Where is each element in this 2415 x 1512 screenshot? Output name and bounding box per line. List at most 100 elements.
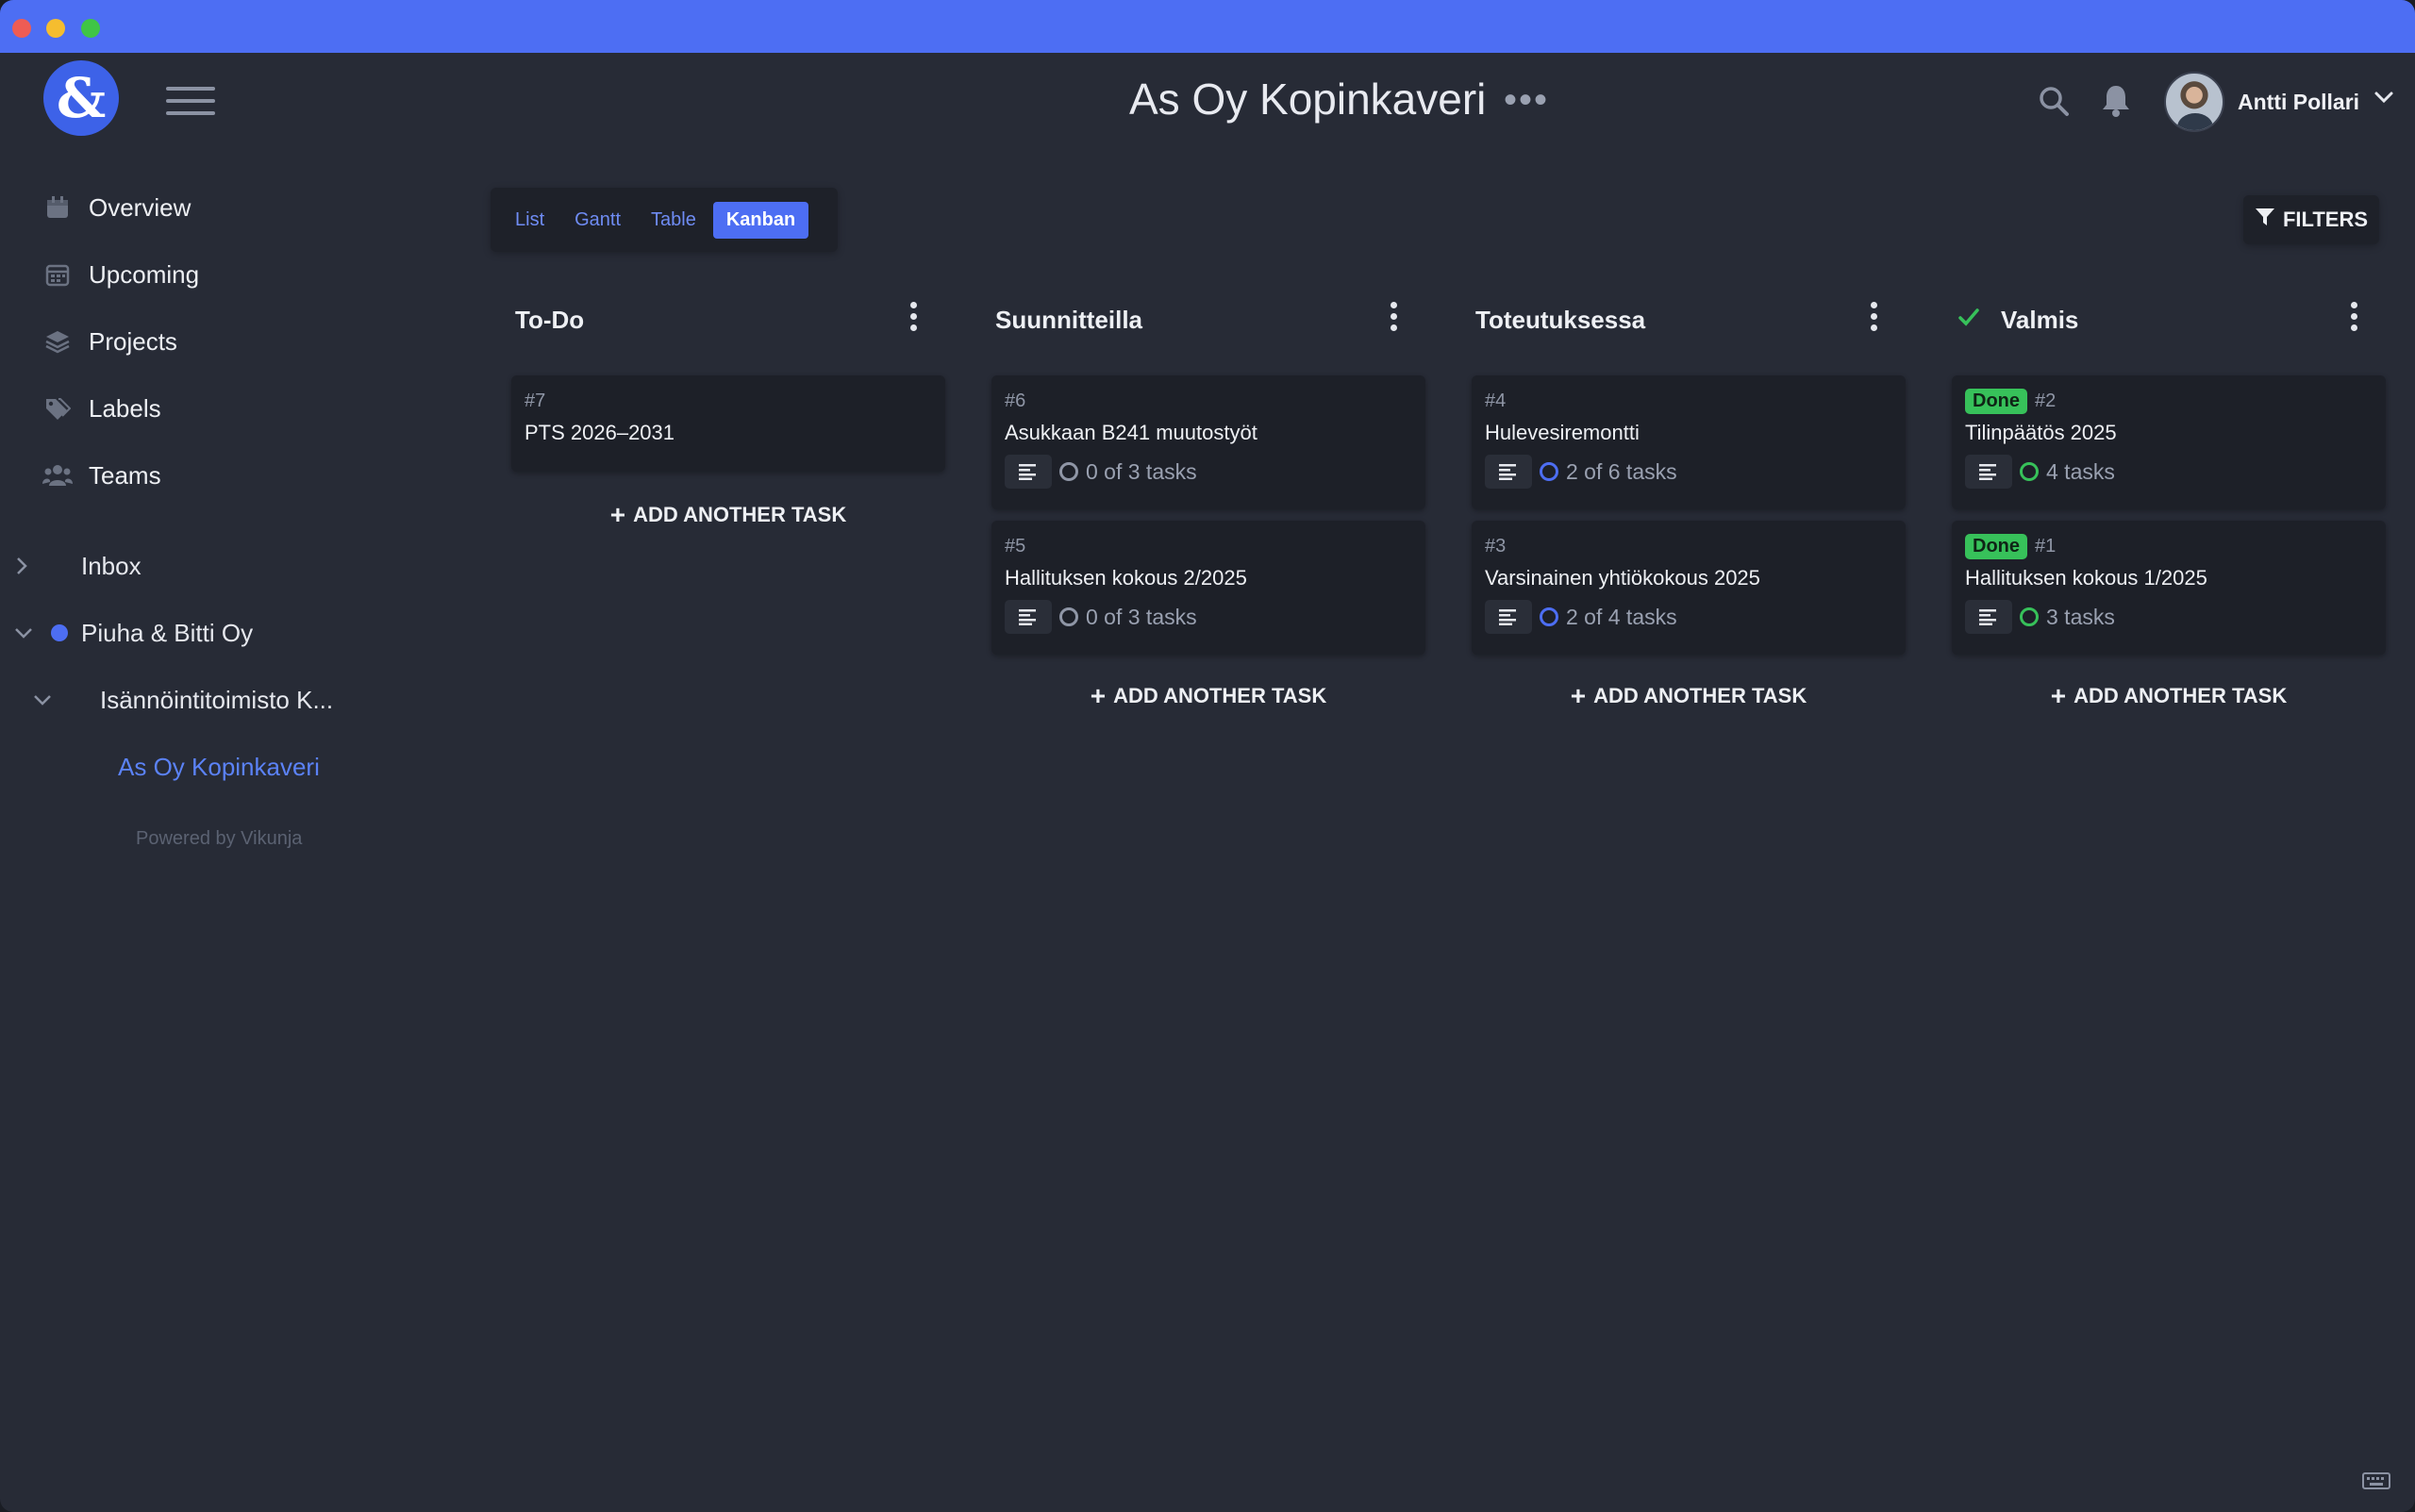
- app-logo[interactable]: &: [43, 60, 119, 136]
- menu-toggle-icon[interactable]: [166, 87, 215, 115]
- checklist-progress: 0 of 3 tasks: [1086, 604, 1197, 629]
- kanban-bucket-toteutuksessa: Toteutuksessa #4 Hulevesiremontti 2 of 6…: [1462, 294, 1906, 710]
- filters-button[interactable]: FILTERS: [2243, 195, 2379, 244]
- sidebar-item-teams[interactable]: Teams: [42, 457, 161, 494]
- task-title: Varsinainen yhtiökokous 2025: [1485, 566, 1760, 590]
- bucket-menu-icon[interactable]: [904, 302, 923, 340]
- task-card[interactable]: Done #2 Tilinpäätös 2025 4 tasks: [1952, 375, 2386, 509]
- description-icon: [1485, 600, 1532, 634]
- task-card[interactable]: #5 Hallituksen kokous 2/2025 0 of 3 task…: [991, 521, 1425, 655]
- sidebar-item-label: Upcoming: [89, 259, 200, 289]
- task-id: #7: [525, 390, 546, 411]
- task-title: Hulevesiremontti: [1485, 421, 1640, 444]
- description-icon: [1965, 455, 2012, 489]
- powered-by-link[interactable]: Powered by Vikunja: [136, 828, 302, 850]
- checklist-progress: 2 of 6 tasks: [1566, 458, 1677, 484]
- sidebar-project-piuha-bitti[interactable]: Piuha & Bitti Oy: [13, 614, 253, 652]
- done-bucket-check-icon: [1957, 307, 1980, 333]
- checklist-progress: 0 of 3 tasks: [1086, 458, 1197, 484]
- tab-gantt[interactable]: Gantt: [561, 202, 634, 239]
- minimize-window-button[interactable]: [46, 19, 65, 38]
- chevron-down-icon[interactable]: [2373, 91, 2394, 108]
- keyboard-shortcuts-icon[interactable]: [2362, 1471, 2390, 1495]
- task-id: #1: [2035, 535, 2057, 557]
- tab-kanban[interactable]: Kanban: [712, 201, 809, 239]
- user-name[interactable]: Antti Pollari: [2238, 90, 2359, 115]
- task-title: Hallituksen kokous 1/2025: [1965, 566, 2207, 590]
- sidebar-item-overview[interactable]: Overview: [42, 189, 191, 226]
- chevron-right-icon[interactable]: [15, 556, 53, 576]
- logo-glyph: &: [56, 66, 107, 130]
- sidebar-project-isannointitoimisto[interactable]: Isännöintitoimisto K...: [32, 681, 333, 719]
- checklist-progress: 2 of 4 tasks: [1566, 604, 1677, 629]
- search-icon[interactable]: [2038, 85, 2070, 122]
- window-titlebar: [0, 0, 2415, 53]
- bucket-title: Toteutuksessa: [1475, 305, 1646, 334]
- description-icon: [1965, 600, 2012, 634]
- sidebar-item-label: Projects: [89, 326, 177, 356]
- kanban-bucket-valmis: Valmis Done #2 Tilinpäätös 2025 4 tasks …: [1942, 294, 2386, 710]
- done-badge: Done: [1965, 533, 2027, 559]
- add-task-label: ADD ANOTHER TASK: [1113, 684, 1327, 707]
- project-options-button[interactable]: •••: [1504, 79, 1549, 122]
- add-task-button[interactable]: + ADD ANOTHER TASK: [511, 500, 945, 530]
- bucket-title: Suunnitteilla: [995, 305, 1142, 334]
- sidebar-item-label: Overview: [89, 192, 192, 222]
- tab-list[interactable]: List: [502, 202, 558, 239]
- description-icon: [1005, 600, 1052, 634]
- add-task-button[interactable]: + ADD ANOTHER TASK: [1472, 681, 1906, 711]
- add-task-button[interactable]: + ADD ANOTHER TASK: [991, 681, 1425, 711]
- filters-label: FILTERS: [2282, 208, 2369, 231]
- task-id: #4: [1485, 390, 1507, 411]
- task-card[interactable]: #7 PTS 2026–2031: [511, 375, 945, 472]
- chevron-down-icon[interactable]: [13, 626, 51, 640]
- plus-icon: +: [2050, 681, 2067, 710]
- view-switcher: List Gantt Table Kanban: [491, 188, 838, 252]
- checklist-progress-icon: [1540, 607, 1558, 626]
- sidebar-item-projects[interactable]: Projects: [42, 323, 177, 360]
- calendar-icon: [42, 191, 74, 224]
- maximize-window-button[interactable]: [81, 19, 100, 38]
- add-task-button[interactable]: + ADD ANOTHER TASK: [1952, 681, 2386, 711]
- sidebar-item-upcoming[interactable]: Upcoming: [42, 256, 199, 293]
- tab-table[interactable]: Table: [638, 202, 709, 239]
- task-card[interactable]: #4 Hulevesiremontti 2 of 6 tasks: [1472, 375, 1906, 509]
- task-id: #2: [2035, 390, 2057, 411]
- add-task-label: ADD ANOTHER TASK: [633, 503, 847, 526]
- sidebar-item-label: Labels: [89, 393, 161, 423]
- sidebar-project-label: As Oy Kopinkaveri: [118, 752, 320, 781]
- task-title: Tilinpäätös 2025: [1965, 421, 2117, 444]
- sidebar-item-labels[interactable]: Labels: [42, 390, 161, 427]
- sidebar-project-label: Inbox: [81, 551, 142, 580]
- kanban-bucket-suunnitteilla: Suunnitteilla #6 Asukkaan B241 muutostyö…: [982, 294, 1425, 710]
- checklist-progress-icon: [2020, 462, 2039, 481]
- kanban-bucket-todo: To-Do #7 PTS 2026–2031 + ADD ANOTHER TASK: [502, 294, 945, 529]
- plus-icon: +: [609, 500, 626, 529]
- notifications-bell-icon[interactable]: [2100, 83, 2132, 122]
- sidebar-project-label: Piuha & Bitti Oy: [81, 618, 254, 647]
- checklist-progress-icon: [1059, 607, 1078, 626]
- bucket-menu-icon[interactable]: [1384, 302, 1403, 340]
- plus-icon: +: [1570, 681, 1587, 710]
- user-avatar[interactable]: [2164, 72, 2224, 132]
- users-icon: [42, 459, 74, 491]
- task-card[interactable]: Done #1 Hallituksen kokous 1/2025 3 task…: [1952, 521, 2386, 655]
- plus-icon: +: [1090, 681, 1107, 710]
- task-id: #6: [1005, 390, 1026, 411]
- app-window: & As Oy Kopinkaveri ••• Antti Pollari Ov…: [0, 0, 2415, 1512]
- checklist-progress-icon: [2020, 607, 2039, 626]
- project-color-dot: [51, 624, 68, 641]
- task-card[interactable]: #6 Asukkaan B241 muutostyöt 0 of 3 tasks: [991, 375, 1425, 509]
- sidebar-project-as-oy-kopinkaveri[interactable]: As Oy Kopinkaveri: [118, 748, 320, 786]
- sidebar-item-label: Teams: [89, 460, 161, 490]
- bucket-menu-icon[interactable]: [2344, 302, 2363, 340]
- bucket-menu-icon[interactable]: [1864, 302, 1883, 340]
- bucket-title: To-Do: [515, 305, 585, 334]
- close-window-button[interactable]: [12, 19, 31, 38]
- task-card[interactable]: #3 Varsinainen yhtiökokous 2025 2 of 4 t…: [1472, 521, 1906, 655]
- sidebar-project-inbox[interactable]: Inbox: [15, 547, 142, 585]
- task-title: PTS 2026–2031: [525, 421, 675, 444]
- layers-icon: [42, 325, 74, 357]
- chevron-down-icon[interactable]: [32, 693, 70, 706]
- description-icon: [1485, 455, 1532, 489]
